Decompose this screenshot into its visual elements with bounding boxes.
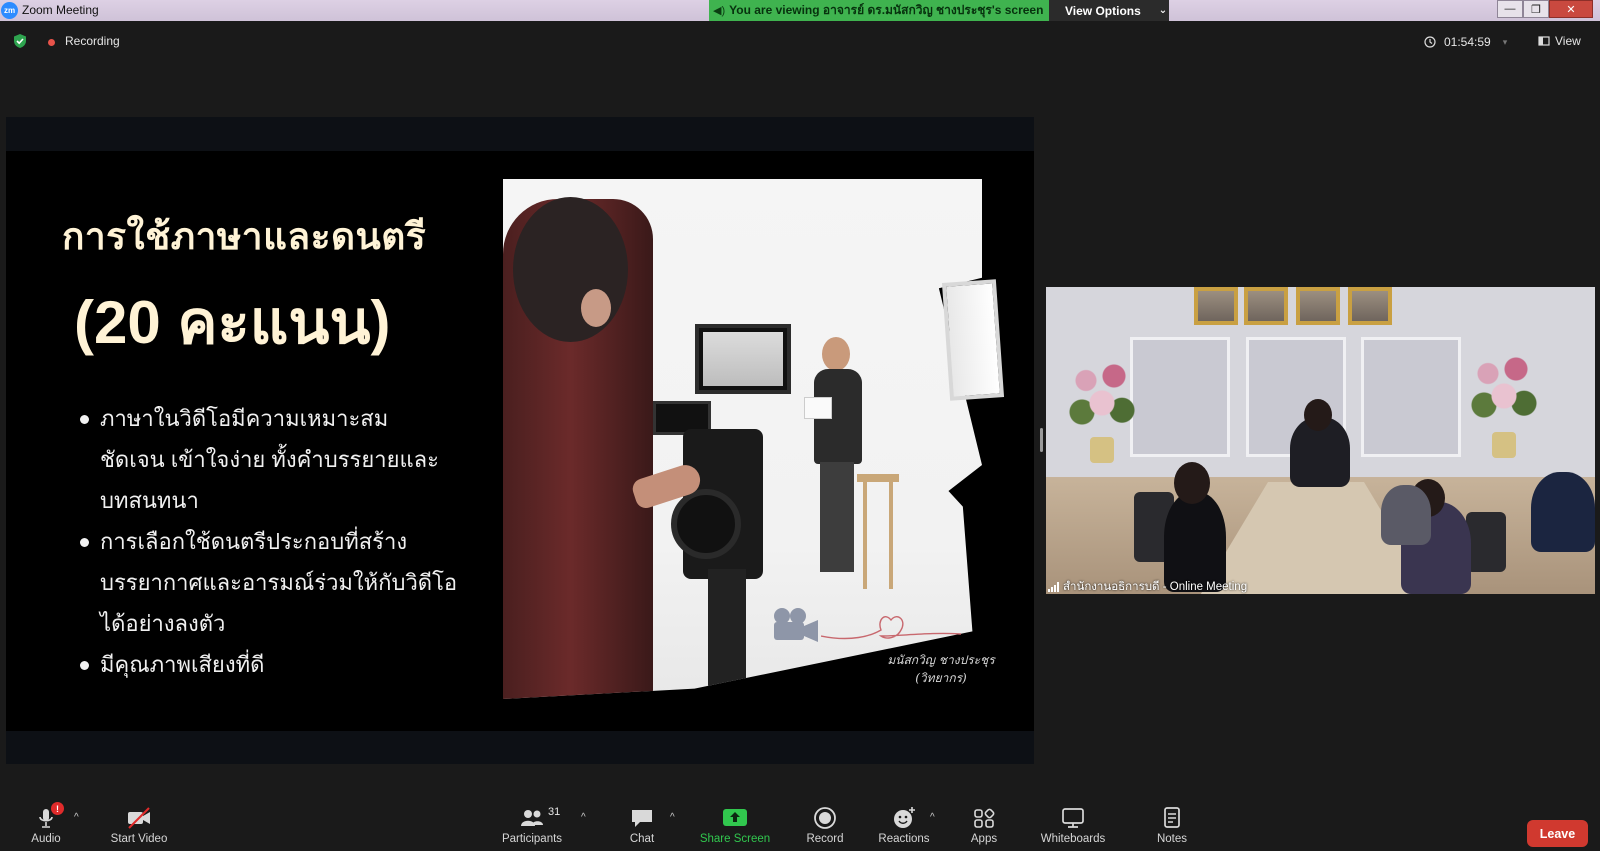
actress-figure xyxy=(804,337,866,587)
participants-label: Participants xyxy=(501,833,563,845)
restore-button[interactable]: ❐ xyxy=(1523,0,1549,18)
stool-legs xyxy=(863,479,893,589)
view-label: View xyxy=(1555,34,1581,48)
apps-button[interactable]: Apps xyxy=(944,806,1024,845)
shield-icon[interactable] xyxy=(12,33,28,49)
speaker-name: มนัสกวิญ ชางประชุร xyxy=(887,653,995,667)
participants-options-caret[interactable]: ^ xyxy=(581,812,586,823)
slide-bullet: ภาษาในวิดีโอมีความเหมาะสม ชัดเจน เข้าใจง… xyxy=(78,398,458,521)
viewing-banner-text: You are viewing อาจารย์ ดร.มนัสกวิญ ชางป… xyxy=(729,3,1044,17)
slide-bullet: การเลือกใช้ดนตรีประกอบที่สร้างบรรยากาศแล… xyxy=(78,521,458,644)
camera-monitor xyxy=(695,324,791,394)
share-screen-label: Share Screen xyxy=(699,833,771,845)
whiteboard-icon xyxy=(1062,808,1084,828)
slide-bullet: มีคุณภาพเสียงที่ดี xyxy=(78,644,458,685)
chat-options-caret[interactable]: ^ xyxy=(670,812,675,823)
presentation-slide: การใช้ภาษาและดนตรี (20 คะแนน) ภาษาในวิดี… xyxy=(6,151,1034,731)
chevron-down-icon: ▾ xyxy=(1502,36,1508,47)
meeting-timer[interactable]: 01:54:59 ▾ xyxy=(1424,32,1524,52)
flower-arrangement xyxy=(1062,349,1142,439)
participant-name: สำนักงานอธิการบดี - Online Meeting xyxy=(1063,580,1248,593)
zoom-window: zm Zoom Meeting ◀) You are viewing อาจาร… xyxy=(0,0,1600,851)
speaker-role: (วิทยากร) xyxy=(915,671,967,685)
portrait-frame xyxy=(1194,287,1238,325)
reactions-icon xyxy=(894,807,915,828)
participant-head xyxy=(1304,399,1332,431)
start-video-label: Start Video xyxy=(110,833,168,845)
elapsed-time: 01:54:59 xyxy=(1444,35,1491,49)
cameraman-head xyxy=(513,197,628,342)
camera-lens xyxy=(671,489,741,559)
whiteboards-label: Whiteboards xyxy=(1040,833,1106,845)
signal-strength-icon xyxy=(1048,581,1059,592)
chat-icon xyxy=(632,810,652,827)
clock-icon xyxy=(1424,36,1436,48)
participants-icon xyxy=(521,810,543,826)
participant-person xyxy=(1381,485,1431,545)
chevron-down-icon: ⌄ xyxy=(1158,5,1168,16)
view-options-button[interactable]: View Options ⌄ xyxy=(1049,0,1169,21)
view-options-label: View Options xyxy=(1065,3,1141,18)
notes-label: Notes xyxy=(1156,833,1188,845)
meeting-toolbar: ! Audio ^ Start Video Participants 31 ^ xyxy=(0,802,1600,851)
whiteboards-button[interactable]: Whiteboards xyxy=(1033,806,1113,845)
slide-bullet-list: ภาษาในวิดีโอมีความเหมาะสม ชัดเจน เข้าใจง… xyxy=(78,398,458,685)
flower-arrangement xyxy=(1464,342,1544,432)
window-title: Zoom Meeting xyxy=(22,3,99,17)
apps-label: Apps xyxy=(970,833,998,845)
speaker-credit: มนัสกวิญ ชางประชุร (วิทยากร) xyxy=(866,651,1016,687)
zoom-logo-icon: zm xyxy=(1,2,18,19)
audio-label: Audio xyxy=(31,833,61,845)
reactions-options-caret[interactable]: ^ xyxy=(930,812,935,823)
title-bar: zm Zoom Meeting ◀) You are viewing อาจาร… xyxy=(0,0,1600,21)
portrait-frame xyxy=(1348,287,1392,325)
view-button[interactable]: View xyxy=(1538,34,1581,48)
participant-head xyxy=(1174,462,1210,504)
recording-label[interactable]: Recording xyxy=(65,34,120,48)
cameraman-ear xyxy=(581,289,611,327)
tripod xyxy=(708,569,746,699)
speaker-icon: ◀) xyxy=(713,5,726,17)
chat-label: Chat xyxy=(629,833,655,845)
split-resize-handle[interactable] xyxy=(1040,428,1043,452)
participant-person xyxy=(1531,472,1595,552)
portrait-frame xyxy=(1296,287,1340,325)
close-button[interactable]: ✕ xyxy=(1549,0,1593,18)
vase xyxy=(1492,432,1516,458)
minimize-button[interactable]: — xyxy=(1497,0,1523,18)
portrait-frame xyxy=(1244,287,1288,325)
recording-dot-icon xyxy=(48,39,55,46)
vase xyxy=(1090,437,1114,463)
audio-options-caret[interactable]: ^ xyxy=(74,812,79,823)
apps-icon xyxy=(974,808,995,828)
layout-icon xyxy=(1538,36,1550,46)
start-video-button[interactable]: Start Video xyxy=(99,806,179,845)
reactions-label: Reactions xyxy=(878,833,930,845)
slide-title: การใช้ภาษาและดนตรี xyxy=(62,216,427,257)
leave-button[interactable]: Leave xyxy=(1527,820,1588,847)
wall-panel xyxy=(1361,337,1461,457)
chair xyxy=(1466,512,1506,572)
notes-button[interactable]: Notes xyxy=(1132,806,1212,845)
wall-panel xyxy=(1130,337,1230,457)
share-screen-icon xyxy=(723,809,747,826)
participant-video-tile[interactable] xyxy=(1046,287,1595,594)
notes-icon xyxy=(1164,807,1180,828)
record-button[interactable]: Record xyxy=(785,806,865,845)
record-icon xyxy=(814,807,836,829)
record-label: Record xyxy=(806,833,844,845)
slide-score: (20 คะแนน) xyxy=(74,289,391,356)
participants-count: 31 xyxy=(548,806,561,818)
audio-warning-badge: ! xyxy=(51,802,64,815)
movie-camera-icon xyxy=(774,608,818,642)
window-photo-fragment xyxy=(941,279,1005,401)
video-off-icon xyxy=(128,807,150,829)
viewing-screen-banner: ◀) You are viewing อาจารย์ ดร.มนัสกวิญ ช… xyxy=(709,0,1049,21)
heart-doodle-icon xyxy=(821,616,961,640)
participant-name-label: สำนักงานอธิการบดี - Online Meeting xyxy=(1048,579,1247,594)
share-screen-button[interactable]: Share Screen xyxy=(695,806,775,845)
